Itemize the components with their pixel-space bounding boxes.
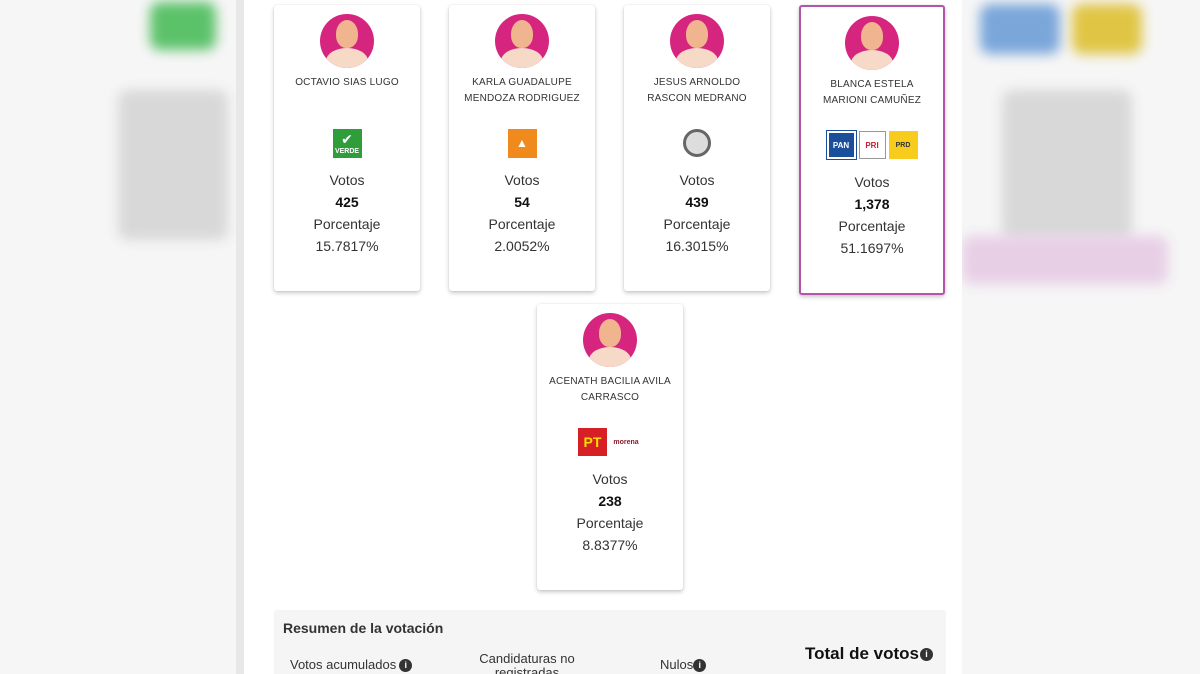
percentage-value: 16.3015% (665, 238, 729, 254)
percentage-value: 15.7817% (315, 238, 379, 254)
candidate-name: ACENATH BACILIA AVILA CARRASCO (549, 376, 671, 403)
summary-title: Resumen de la votación (283, 620, 444, 636)
party-logos (624, 123, 770, 163)
percentage-label: Porcentaje (838, 218, 906, 234)
party-logos: ▲ (449, 123, 595, 163)
votes-label: Votos (329, 172, 365, 188)
votes-value: 238 (598, 493, 622, 509)
candidate-name: OCTAVIO SIAS LUGO (295, 77, 399, 88)
results-panel: OCTAVIO SIAS LUGO ✔ VERDE Votos 425 Porce… (244, 0, 962, 674)
votes-label: Votos (504, 172, 540, 188)
candidate-name: KARLA GUADALUPE MENDOZA RODRIGUEZ (464, 77, 580, 104)
prd-logo-icon: PRD (888, 131, 918, 159)
blurred-blue-shape (980, 4, 1060, 54)
party-logos: PAN PRI PRD (801, 125, 943, 165)
accumulated-votes-label: Votos acumulados i (290, 657, 413, 673)
blurred-green-shape (150, 2, 216, 50)
votes-label: Votos (679, 172, 715, 188)
blurred-figure (1002, 90, 1132, 240)
blurred-right-panel (962, 0, 1200, 674)
votes-value: 54 (514, 194, 530, 210)
avatar (670, 14, 724, 68)
independent-seal-icon (683, 129, 711, 157)
percentage-label: Porcentaje (313, 216, 381, 232)
verde-logo-icon: ✔ VERDE (332, 128, 362, 158)
percentage-label: Porcentaje (488, 216, 556, 232)
logo-label: VERDE (334, 148, 360, 155)
pt-logo-icon: PT (578, 428, 607, 456)
pri-logo-icon: PRI (858, 131, 886, 159)
votes-label: Votos (592, 471, 628, 487)
avatar (320, 14, 374, 68)
candidate-card[interactable]: ACENATH BACILIA AVILA CARRASCO PT morena… (537, 304, 683, 590)
unregistered-candidates-label: Candidaturas no registradas (479, 651, 575, 674)
percentage-value: 51.1697% (840, 240, 904, 256)
blurred-yellow-shape (1072, 4, 1142, 54)
percentage-value: 2.0052% (494, 238, 550, 254)
candidate-name: JESUS ARNOLDO RASCON MEDRANO (647, 77, 747, 104)
avatar (495, 14, 549, 68)
avatar (845, 16, 899, 70)
votes-value: 425 (335, 194, 359, 210)
percentage-label: Porcentaje (663, 216, 731, 232)
total-votes-text: Total de votos (805, 644, 919, 663)
candidate-card[interactable]: JESUS ARNOLDO RASCON MEDRANO Votos 439 P… (624, 5, 770, 291)
blurred-left-panel (0, 0, 236, 674)
candidate-card-winner[interactable]: BLANCA ESTELA MARIONI CAMUÑEZ PAN PRI PR… (799, 5, 945, 295)
nulls-text: Nulos (660, 657, 694, 672)
candidate-name: BLANCA ESTELA MARIONI CAMUÑEZ (823, 79, 921, 106)
percentage-label: Porcentaje (576, 515, 644, 531)
avatar (583, 313, 637, 367)
candidate-card[interactable]: OCTAVIO SIAS LUGO ✔ VERDE Votos 425 Porce… (274, 5, 420, 291)
vote-summary: Resumen de la votación Votos acumulados i… (274, 610, 946, 674)
blurred-pink-bar (962, 236, 1168, 284)
party-logos: ✔ VERDE (274, 123, 420, 163)
nulls-label: Nulos i (660, 657, 707, 673)
candidate-card[interactable]: KARLA GUADALUPE MENDOZA RODRIGUEZ ▲ Voto… (449, 5, 595, 291)
votes-value: 439 (685, 194, 709, 210)
votes-value: 1,378 (854, 196, 890, 212)
info-icon[interactable]: i (399, 659, 413, 673)
blurred-figure (118, 90, 228, 240)
info-icon[interactable]: i (919, 648, 933, 662)
total-votes-label: Total de votos i (805, 644, 933, 664)
info-icon[interactable]: i (693, 659, 707, 673)
percentage-value: 8.8377% (582, 537, 638, 553)
pan-logo-icon: PAN (825, 130, 857, 160)
morena-logo-icon: morena (610, 428, 642, 456)
movimiento-ciudadano-logo-icon: ▲ (507, 128, 537, 158)
accumulated-votes-text: Votos acumulados (290, 657, 397, 672)
page-rail (236, 0, 244, 674)
votes-label: Votos (854, 174, 890, 190)
party-logos: PT morena (537, 422, 683, 462)
